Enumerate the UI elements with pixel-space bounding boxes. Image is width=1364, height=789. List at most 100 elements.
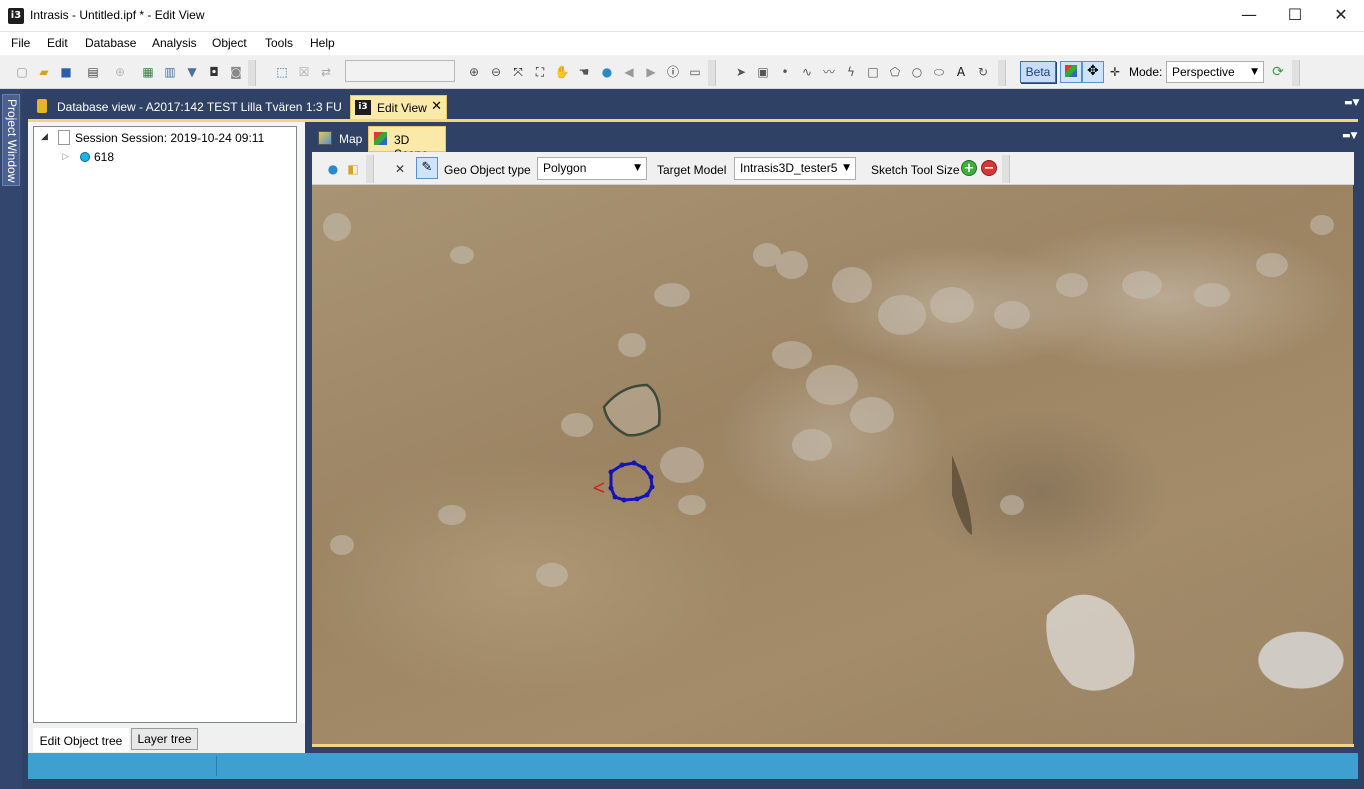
minus-icon: − (983, 161, 995, 176)
scene-tab-menu-icon[interactable]: ▬▼ (1342, 131, 1357, 141)
toolbar-grip[interactable] (366, 155, 374, 183)
toolbar-search-input[interactable] (345, 60, 455, 82)
globe-icon[interactable]: ● (599, 64, 615, 80)
navigate-toggle[interactable]: ✥ (1082, 61, 1104, 83)
point-icon[interactable]: • (777, 64, 793, 80)
status-divider (216, 756, 217, 776)
binoculars-icon[interactable]: ◘ (206, 64, 222, 80)
pan-alt-icon[interactable]: ☚ (576, 64, 592, 80)
close-window-button[interactable]: ✕ (1318, 0, 1364, 30)
zoom-out-icon[interactable]: ⊖ (488, 64, 504, 80)
sketch-cursor-icon (593, 482, 605, 493)
tab-map[interactable]: Map (314, 128, 366, 150)
text-icon[interactable]: A (953, 64, 969, 80)
tab-database-view[interactable]: Database view - A2017:142 TEST Lilla Tvä… (28, 95, 348, 119)
curve-icon[interactable]: ϟ (843, 64, 859, 80)
chevron-down-icon: ▼ (1251, 67, 1258, 77)
3d-cube-toggle[interactable] (1060, 61, 1082, 83)
zoom-extent-icon[interactable]: ⤧ (510, 64, 526, 80)
select-area-icon[interactable]: ⬚ (274, 64, 290, 80)
toolbar-grip[interactable] (708, 60, 716, 86)
tab-edit-object-tree[interactable]: Edit Object tree (33, 728, 129, 752)
tab-layer-tree[interactable]: Layer tree (131, 728, 198, 750)
info-icon[interactable]: ⓘ (665, 64, 681, 80)
decrease-size-button[interactable]: − (981, 160, 997, 176)
close-icon[interactable]: ✕ (431, 99, 442, 114)
tab-database-view-label: Database view - A2017:142 TEST Lilla Tvä… (57, 100, 342, 114)
rectangle-icon[interactable]: □ (865, 64, 881, 80)
increase-size-button[interactable]: + (961, 160, 977, 176)
target-model-value: Intrasis3D_tester5 (740, 161, 838, 175)
target-icon[interactable]: ✛ (1107, 64, 1123, 80)
pointer-icon[interactable]: ➤ (733, 64, 749, 80)
title-bar: i3 Intrasis - Untitled.ipf * - Edit View… (0, 0, 1364, 32)
target-model-select[interactable]: Intrasis3D_tester5 ▼ (734, 157, 856, 180)
menu-edit[interactable]: Edit (47, 36, 68, 50)
beta-button[interactable]: Beta (1020, 61, 1056, 83)
measure-icon[interactable]: ▭ (687, 64, 703, 80)
rotate-icon[interactable]: ↻ (975, 64, 991, 80)
app-icon: i3 (8, 8, 24, 24)
geo-object-type-select[interactable]: Polygon ▼ (537, 157, 647, 180)
object-list-icon[interactable]: ▥ (162, 64, 178, 80)
database-icon (37, 99, 47, 113)
refresh-icon[interactable]: ⟳ (1270, 64, 1286, 80)
mode-label: Mode: (1129, 65, 1163, 79)
save-icon[interactable]: ■ (58, 64, 74, 80)
minimize-button[interactable]: — (1226, 0, 1272, 30)
circle-icon[interactable]: ○ (909, 64, 925, 80)
existing-polygon[interactable] (602, 383, 661, 437)
polyline-icon[interactable]: ∿ (799, 64, 815, 80)
tab-3d-scene[interactable]: 3D Scene (368, 126, 446, 161)
pan-hand-icon[interactable]: ✋ (554, 64, 570, 80)
menu-database[interactable]: Database (85, 36, 136, 50)
print-icon[interactable]: ▤ (85, 64, 101, 80)
3d-scene-viewport[interactable] (312, 185, 1353, 744)
project-window-tab[interactable]: Project Window (2, 94, 20, 186)
open-folder-icon[interactable]: ▰ (36, 64, 52, 80)
collapse-arrow-icon[interactable]: ▷ (62, 152, 69, 162)
zoom-layer-icon[interactable]: ◧ (345, 161, 361, 177)
sketch-pencil-button[interactable]: ✎ (416, 157, 438, 179)
filter-icon[interactable]: ▼ (184, 64, 200, 80)
menu-file[interactable]: File (11, 36, 30, 50)
toolbar-grip[interactable] (1002, 155, 1010, 183)
menu-analysis[interactable]: Analysis (152, 36, 197, 50)
target-model-label: Target Model (657, 163, 727, 177)
edit-disabled-icon[interactable]: ☒ (296, 64, 312, 80)
map-icon (318, 131, 332, 145)
database-icon[interactable]: ◙ (228, 64, 244, 80)
toolbar-grip[interactable] (1292, 60, 1300, 86)
project-window-label: Project Window (5, 99, 19, 183)
forward-arrow-icon[interactable]: ▶ (643, 64, 659, 80)
full-extent-icon[interactable]: ⛶ (532, 64, 548, 80)
expand-arrow-icon[interactable]: ◢ (41, 132, 48, 142)
tree-session-item[interactable]: Session Session: 2019-10-24 09:11 (75, 131, 264, 145)
freehand-line-icon[interactable]: 〰 (821, 64, 837, 80)
toolbar-grip[interactable] (248, 60, 256, 86)
chevron-down-icon: ▼ (843, 163, 850, 173)
tab-edit-view[interactable]: i3 Edit View ✕ (350, 95, 447, 120)
tab-menu-icon[interactable]: ▬▼ (1344, 98, 1359, 108)
tree-object-item[interactable]: 618 (94, 150, 114, 164)
add-object-icon[interactable]: ▦ (140, 64, 156, 80)
app-icon: i3 (355, 100, 371, 115)
menu-help[interactable]: Help (310, 36, 335, 50)
globe-icon[interactable]: ● (325, 161, 341, 177)
select-objects-icon[interactable]: ▣ (755, 64, 771, 80)
move-disabled-icon[interactable]: ⇄ (318, 64, 334, 80)
back-arrow-icon[interactable]: ◀ (621, 64, 637, 80)
disabled-circle-icon[interactable]: ⊕ (112, 64, 128, 80)
polygon-icon[interactable]: ⬠ (887, 64, 903, 80)
maximize-button[interactable]: ☐ (1272, 0, 1318, 30)
ellipse-icon[interactable]: ⬭ (931, 64, 947, 80)
toolbar-grip[interactable] (998, 60, 1006, 86)
mode-select[interactable]: Perspective ▼ (1166, 61, 1264, 83)
zoom-in-icon[interactable]: ⊕ (466, 64, 482, 80)
menu-tools[interactable]: Tools (265, 36, 293, 50)
edit-object-tree: ◢ Session Session: 2019-10-24 09:11 ▷ 61… (33, 126, 297, 723)
delete-icon[interactable]: ✕ (392, 161, 408, 177)
menu-object[interactable]: Object (212, 36, 247, 50)
new-file-icon[interactable]: ▢ (14, 64, 30, 80)
document-icon (58, 130, 70, 145)
